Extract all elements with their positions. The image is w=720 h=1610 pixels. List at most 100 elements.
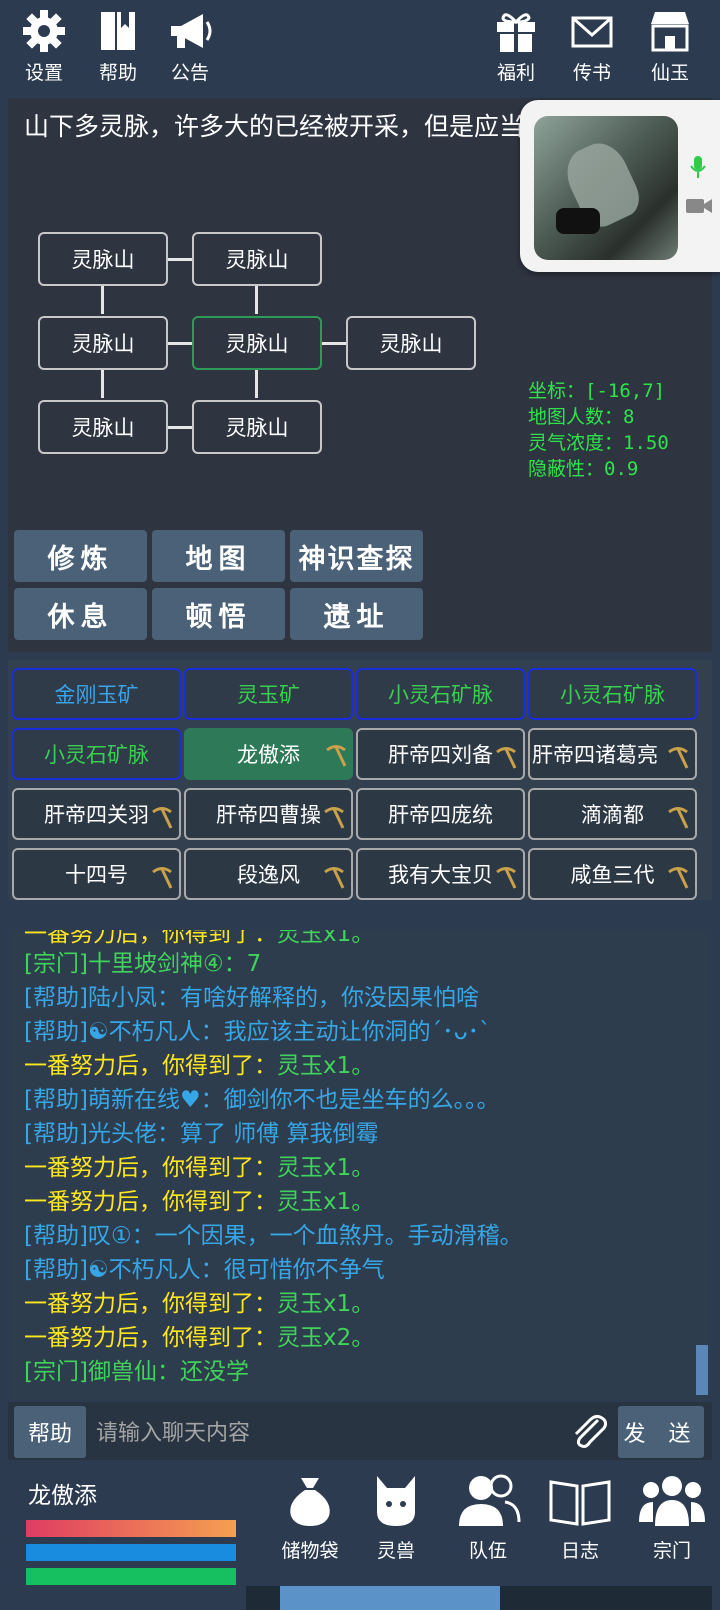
- target-grid: 金刚玉矿 灵玉矿 小灵石矿脉 小灵石矿脉 小灵石矿脉 龙傲添 肝帝四刘备 肝帝四…: [8, 660, 712, 900]
- map-connector: [168, 258, 192, 261]
- map-node[interactable]: 灵脉山: [192, 232, 322, 286]
- player-target[interactable]: 十四号: [12, 848, 181, 900]
- map-connector: [168, 426, 192, 429]
- welfare-button[interactable]: 福利: [484, 8, 548, 85]
- map-connector: [255, 370, 258, 398]
- pickaxe-icon: [152, 867, 173, 889]
- announcement-button[interactable]: 公告: [158, 8, 222, 85]
- mail-icon: [571, 16, 613, 48]
- chat-message: [帮助]光头佬：算了 师傅 算我倒霉: [24, 1121, 379, 1147]
- pickaxe-icon: [668, 807, 689, 829]
- megaphone-icon: [171, 14, 212, 48]
- player-target[interactable]: 咸鱼三代: [528, 848, 697, 900]
- map-node[interactable]: 灵脉山: [38, 316, 168, 370]
- player-name: 肝帝四关羽: [44, 803, 149, 827]
- sect-button[interactable]: 宗门: [632, 1472, 712, 1563]
- chat-message: 一番努力后，你得到了：灵玉x1。: [24, 1291, 375, 1317]
- chat-message: [帮助]陆小凤：有啥好解释的，你没因果怕啥: [24, 985, 479, 1011]
- chat-message: 一番努力后，你得到了：灵玉x2。: [24, 1325, 375, 1351]
- self-player-target[interactable]: 龙傲添: [184, 728, 353, 780]
- video-thumbnail: [534, 116, 678, 260]
- chat-message: 一番努力后，你得到了：灵玉x1。: [24, 1189, 375, 1215]
- chat-message: [帮助]☯不朽凡人：很可惜你不争气: [24, 1257, 385, 1283]
- chat-scrollbar[interactable]: [696, 1345, 708, 1395]
- player-target[interactable]: 段逸风: [184, 848, 353, 900]
- player-name: 十四号: [65, 863, 128, 887]
- jade-shop-button[interactable]: 仙玉: [638, 8, 702, 85]
- player-target[interactable]: 肝帝四庞统: [356, 788, 525, 840]
- chat-log[interactable]: 一番努力后，你得到了：灵玉x1。 [宗门]十里坡剑神④：7 [帮助]陆小凤：有啥…: [10, 930, 710, 1400]
- chat-message: [帮助]叹①：一个因果，一个血煞丹。手动滑稽。: [24, 1223, 523, 1249]
- player-target[interactable]: 肝帝四关羽: [12, 788, 181, 840]
- map-connector: [101, 286, 104, 314]
- pickaxe-icon: [668, 867, 689, 889]
- resource-target[interactable]: 小灵石矿脉: [12, 728, 181, 780]
- chat-message: [帮助]☯不朽凡人：我应该主动让你洞的´･ᴗ･`: [24, 1019, 491, 1045]
- location-info: 坐标：[-16,7] 地图人数：8 灵气浓度：1.50 隐蔽性：0.9: [528, 378, 669, 482]
- mail-label: 传书: [572, 62, 611, 84]
- player-target[interactable]: 肝帝四刘备: [356, 728, 525, 780]
- microphone-icon[interactable]: [688, 154, 708, 180]
- player-name: 滴滴都: [581, 803, 644, 827]
- player-name: 肝帝四庞统: [388, 803, 493, 827]
- settings-button[interactable]: 设置: [12, 8, 76, 85]
- gift-icon: [497, 13, 535, 52]
- player-target[interactable]: 肝帝四诸葛亮: [528, 728, 697, 780]
- map-node-current[interactable]: 灵脉山: [192, 316, 322, 370]
- pickaxe-icon: [496, 747, 517, 769]
- paperclip-icon[interactable]: [568, 1412, 612, 1452]
- player-name: 段逸风: [237, 863, 300, 887]
- player-name: 龙傲添: [237, 743, 300, 767]
- help-button[interactable]: 帮助: [86, 8, 150, 85]
- pickaxe-icon: [496, 867, 517, 889]
- jade-shop-label: 仙玉: [650, 62, 689, 84]
- log-button[interactable]: 日志: [540, 1472, 620, 1563]
- announcement-label: 公告: [170, 62, 209, 84]
- ruins-button[interactable]: 遗址: [290, 588, 423, 640]
- pickaxe-icon: [152, 807, 173, 829]
- send-button[interactable]: 发 送: [618, 1406, 704, 1458]
- bottom-bar: 龙傲添 储物袋 灵兽 队伍 日志 宗门: [0, 1466, 720, 1600]
- player-name: 肝帝四诸葛亮: [532, 743, 658, 767]
- watch-shape: [556, 208, 600, 234]
- pickaxe-icon: [326, 745, 347, 767]
- mail-button[interactable]: 传书: [560, 8, 624, 85]
- map-node[interactable]: 灵脉山: [38, 232, 168, 286]
- mp-bar: [26, 1544, 236, 1561]
- cultivate-button[interactable]: 修炼: [14, 530, 147, 582]
- book-icon: [101, 12, 135, 50]
- map-node[interactable]: 灵脉山: [346, 316, 476, 370]
- spirit-beast-button[interactable]: 灵兽: [356, 1472, 436, 1563]
- player-name-display: 龙傲添: [28, 1483, 97, 1509]
- chat-input[interactable]: [94, 1406, 568, 1460]
- map-connector: [255, 286, 258, 314]
- camera-icon[interactable]: [684, 196, 714, 216]
- hp-bar: [26, 1520, 236, 1537]
- inventory-button[interactable]: 储物袋: [270, 1472, 350, 1563]
- map-button[interactable]: 地图: [152, 530, 285, 582]
- team-button[interactable]: 队伍: [448, 1472, 528, 1563]
- bag-icon: [290, 1478, 330, 1526]
- chat-message: 一番努力后，你得到了：灵玉x1。: [24, 1155, 375, 1181]
- team-label: 队伍: [468, 1540, 507, 1562]
- log-label: 日志: [560, 1540, 599, 1562]
- video-call-overlay[interactable]: [520, 100, 720, 272]
- player-target[interactable]: 我有大宝贝: [356, 848, 525, 900]
- resource-target[interactable]: 金刚玉矿: [12, 668, 181, 720]
- resource-target[interactable]: 小灵石矿脉: [356, 668, 525, 720]
- coordinate-text: 坐标：[-16,7]: [528, 380, 666, 402]
- gear-icon: [23, 10, 65, 52]
- progress-fill: [280, 1586, 500, 1610]
- map-node[interactable]: 灵脉山: [38, 400, 168, 454]
- channel-select-button[interactable]: 帮助: [14, 1406, 86, 1458]
- player-target[interactable]: 肝帝四曹操: [184, 788, 353, 840]
- rest-button[interactable]: 休息: [14, 588, 147, 640]
- resource-target[interactable]: 小灵石矿脉: [528, 668, 697, 720]
- player-name: 我有大宝贝: [388, 863, 493, 887]
- spirit-probe-button[interactable]: 神识查探: [290, 530, 423, 582]
- spirit-beast-label: 灵兽: [376, 1540, 415, 1562]
- resource-target[interactable]: 灵玉矿: [184, 668, 353, 720]
- enlightenment-button[interactable]: 顿悟: [152, 588, 285, 640]
- player-target[interactable]: 滴滴都: [528, 788, 697, 840]
- map-node[interactable]: 灵脉山: [192, 400, 322, 454]
